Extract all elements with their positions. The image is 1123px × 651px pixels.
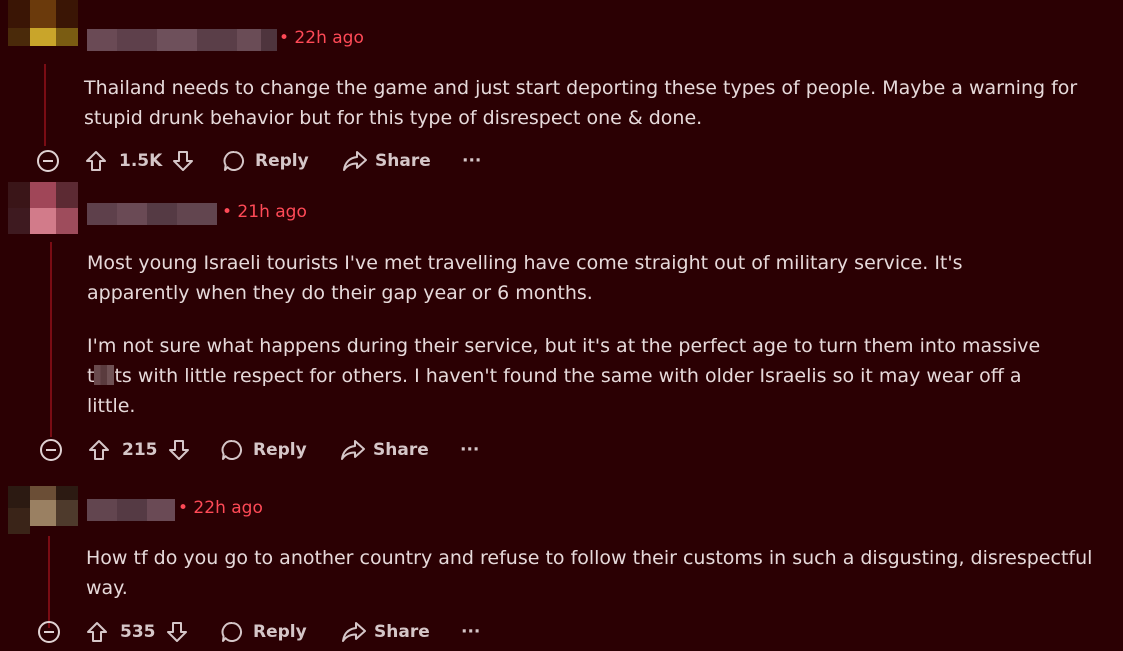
share-button[interactable]: Share [340,435,429,465]
reply-button[interactable]: Reply [222,146,309,176]
body-line: t ts with little respect for others. I ha… [87,361,1040,391]
body-line: way. [86,577,128,599]
comment-2: • 21h ago Most young Israeli tourists I'… [0,180,1123,480]
more-options-button[interactable]: ··· [462,146,481,176]
body-line: Most young Israeli tourists I've met tra… [87,252,963,274]
reply-label: Reply [255,151,309,171]
comment-body: Most young Israeli tourists I've met tra… [87,248,1040,421]
vote-group: 1.5K [85,146,194,176]
body-text: ts with little respect for others. I hav… [114,365,1022,387]
thread-line[interactable] [48,536,50,628]
collapse-icon[interactable] [40,439,62,461]
downvote-icon[interactable] [172,150,194,172]
vote-count: 535 [120,622,156,642]
body-line: little. [87,395,136,417]
share-button[interactable]: Share [342,146,431,176]
vote-count: 215 [122,440,158,460]
more-icon: ··· [462,151,482,171]
vote-group: 215 [88,435,190,465]
comment-timestamp[interactable]: • 22h ago [178,498,263,518]
reply-button[interactable]: Reply [220,435,307,465]
avatar-blurred[interactable] [8,486,78,538]
username-blurred[interactable] [87,203,217,225]
username-blurred[interactable] [87,29,277,51]
reply-label: Reply [253,622,307,642]
thread-line[interactable] [44,64,46,146]
thread-line[interactable] [50,242,52,437]
reply-icon [220,620,244,644]
upvote-icon[interactable] [86,621,108,643]
vote-group: 535 [86,617,188,647]
vote-count: 1.5K [119,151,163,171]
downvote-icon[interactable] [166,621,188,643]
comment-actions: 1.5K Reply Share ··· [0,146,520,176]
censor-block [94,365,115,385]
more-icon: ··· [460,440,480,460]
upvote-icon[interactable] [85,150,107,172]
share-icon [340,438,366,462]
reply-icon [222,149,246,173]
username-blurred[interactable] [87,499,175,521]
share-label: Share [375,151,431,171]
reply-button[interactable]: Reply [220,617,307,647]
body-line: apparently when they do their gap year o… [87,282,593,304]
comment-actions: 535 Reply Share ··· [0,617,520,647]
collapse-icon[interactable] [38,621,60,643]
collapse-icon[interactable] [37,150,59,172]
more-options-button[interactable]: ··· [460,435,479,465]
body-line: stupid drunk behavior but for this type … [84,107,703,129]
share-icon [342,149,368,173]
share-button[interactable]: Share [341,617,430,647]
body-line: Thailand needs to change the game and ju… [84,77,1078,99]
reply-icon [220,438,244,462]
comment-actions: 215 Reply Share ··· [0,435,520,465]
avatar-blurred[interactable] [8,182,78,234]
comment-timestamp[interactable]: • 21h ago [222,202,307,222]
body-text: t [87,365,95,387]
more-options-button[interactable]: ··· [461,617,480,647]
more-icon: ··· [461,622,481,642]
comment-body: Thailand needs to change the game and ju… [84,73,1077,133]
comment-timestamp[interactable]: • 22h ago [279,28,364,48]
comment-body: How tf do you go to another country and … [86,543,1092,603]
comment-3: • 22h ago How tf do you go to another co… [0,480,1123,651]
body-line: I'm not sure what happens during their s… [87,335,1041,357]
upvote-icon[interactable] [88,439,110,461]
share-label: Share [373,440,429,460]
body-line: How tf do you go to another country and … [86,547,1093,569]
downvote-icon[interactable] [168,439,190,461]
share-label: Share [374,622,430,642]
avatar-blurred[interactable] [8,0,78,46]
reply-label: Reply [253,440,307,460]
comment-1: • 22h ago Thailand needs to change the g… [0,0,1123,185]
share-icon [341,620,367,644]
